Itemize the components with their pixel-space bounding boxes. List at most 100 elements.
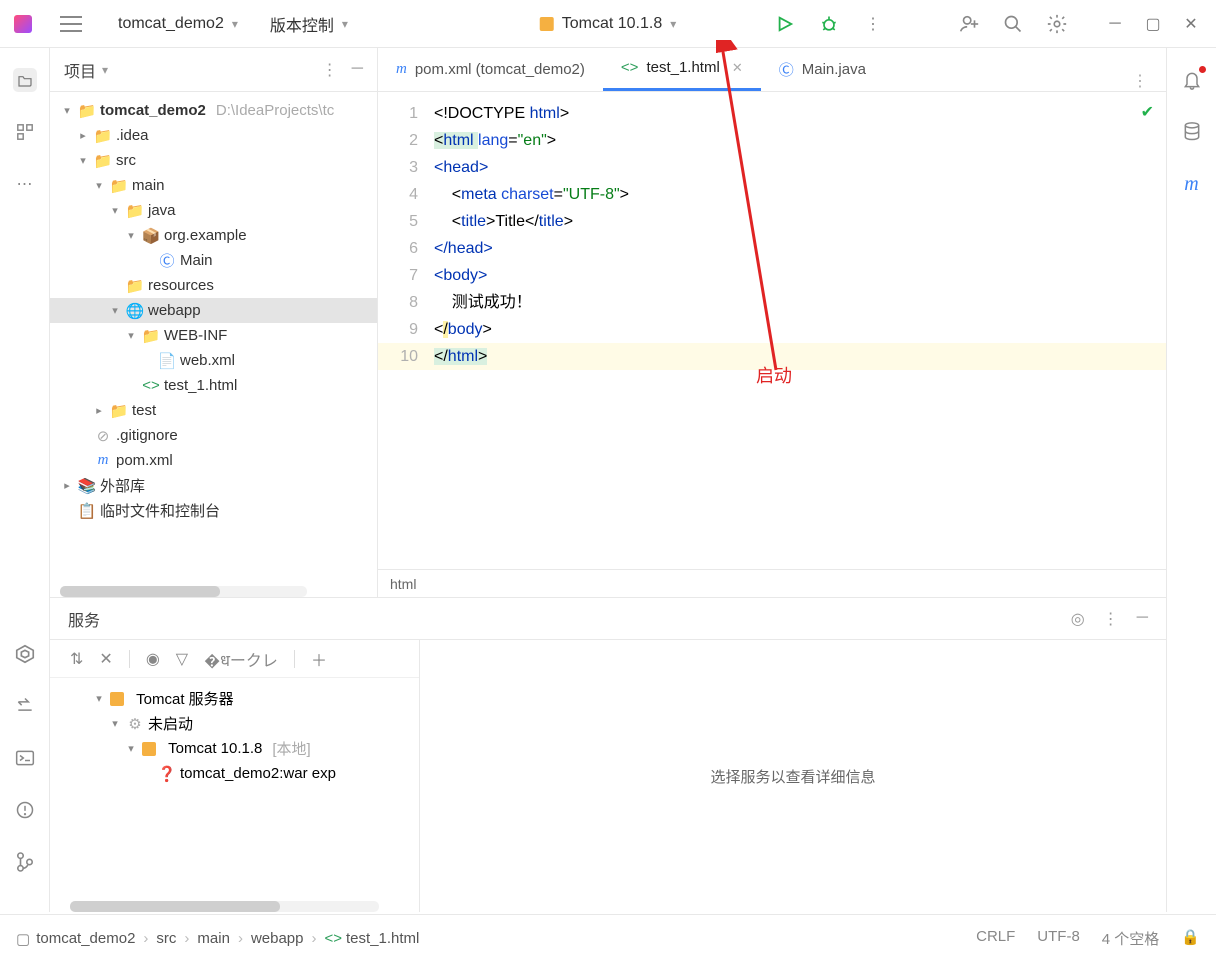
class-icon: Ⓒ [779, 59, 794, 80]
filter-icon[interactable]: ▽ [176, 649, 188, 669]
services-toolbar: ⇅ ✕ ◉ ▽ �धークレ ＋ [50, 640, 419, 678]
close-button[interactable]: ✕ [1184, 17, 1198, 31]
search-icon[interactable] [1002, 13, 1024, 35]
database-icon[interactable] [1180, 120, 1204, 144]
tomcat-icon [540, 17, 554, 31]
close-icon[interactable]: ✕ [99, 649, 112, 669]
titlebar-actions: ⋮ ─ ▢ ✕ [774, 13, 1206, 35]
tree-node-ext-libs[interactable]: ▸📚外部库 [50, 473, 377, 498]
project-panel-header: 项目 ▾ ⋮ ─ [50, 48, 377, 92]
build-tool-icon[interactable] [13, 694, 37, 718]
terminal-tool-icon[interactable] [13, 746, 37, 770]
structure-tool-icon[interactable] [13, 120, 37, 144]
editor-area: mpom.xml (tomcat_demo2) <>test_1.html✕ Ⓒ… [378, 48, 1166, 597]
tab-test1[interactable]: <>test_1.html✕ [603, 47, 761, 91]
svc-root[interactable]: ▾ Tomcat 服务器 [50, 686, 419, 711]
more-icon[interactable]: ⋮ [1103, 609, 1119, 629]
tree-node-pom[interactable]: mpom.xml [50, 448, 377, 473]
more-tool-icon[interactable]: ⋯ [13, 172, 37, 196]
code-body[interactable]: <!DOCTYPE html><html lang="en"><head> <m… [428, 92, 1166, 569]
services-detail: 选择服务以查看详细信息 [420, 640, 1166, 912]
h-scrollbar[interactable] [60, 586, 307, 597]
crumb[interactable]: src [156, 930, 176, 947]
project-dropdown[interactable]: tomcat_demo2 ▾ [118, 15, 238, 33]
project-name: tomcat_demo2 [118, 15, 224, 33]
code-editor[interactable]: 12345678910 <!DOCTYPE html><html lang="e… [378, 92, 1166, 569]
line-separator[interactable]: CRLF [976, 928, 1015, 949]
services-tree[interactable]: ▾ Tomcat 服务器 ▾⚙未启动 ▾ Tomcat 10.1.8[本地] ❓… [50, 678, 419, 912]
main-menu-icon[interactable] [60, 16, 82, 32]
tree-node-src[interactable]: ▾📁src [50, 148, 377, 173]
settings-icon[interactable] [1046, 13, 1068, 35]
crumb[interactable]: webapp [251, 930, 304, 947]
close-tab-icon[interactable]: ✕ [732, 60, 743, 76]
run-button[interactable] [774, 13, 796, 35]
tree-node-webapp[interactable]: ▾🌐webapp [50, 298, 377, 323]
crumb[interactable]: main [197, 930, 230, 947]
indent[interactable]: 4 个空格 [1102, 928, 1160, 949]
vcs-label: 版本控制 [270, 12, 334, 36]
app-icon [14, 15, 32, 33]
tab-main-java[interactable]: ⒸMain.java [761, 47, 884, 91]
crumb[interactable]: test_1.html [346, 930, 419, 947]
h-scrollbar[interactable] [70, 901, 379, 912]
tree-node-webinf[interactable]: ▾📁WEB-INF [50, 323, 377, 348]
services-tree-panel: ⇅ ✕ ◉ ▽ �धークレ ＋ ▾ Tomcat 服务器 ▾⚙未启动 ▾ Tom… [50, 640, 420, 912]
tree-node-java[interactable]: ▾📁java [50, 198, 377, 223]
project-tree[interactable]: ▾📁tomcat_demo2D:\IdeaProjects\tc ▸📁.idea… [50, 92, 377, 597]
project-panel-title: 项目 [64, 58, 96, 82]
git-tool-icon[interactable] [13, 850, 37, 874]
tree-node-test[interactable]: ▸📁test [50, 398, 377, 423]
html-icon: <> [324, 930, 342, 947]
svc-not-started[interactable]: ▾⚙未启动 [50, 711, 419, 736]
tree-node-main[interactable]: ▾📁main [50, 173, 377, 198]
svc-server[interactable]: ▾ Tomcat 10.1.8[本地] [50, 736, 419, 761]
maven-icon: m [396, 61, 407, 78]
svc-artifact[interactable]: ❓tomcat_demo2:war exp [50, 761, 419, 786]
tree-node-main-class[interactable]: ⒸMain [50, 248, 377, 273]
crumb[interactable]: tomcat_demo2 [36, 930, 135, 947]
tree-node-idea[interactable]: ▸📁.idea [50, 123, 377, 148]
statusbar: ▢ tomcat_demo2› src› main› webapp› <> te… [0, 914, 1216, 962]
vcs-dropdown[interactable]: 版本控制 ▾ [270, 12, 348, 36]
services-tool-icon[interactable] [13, 642, 37, 666]
layout-icon[interactable]: �धークレ [204, 647, 278, 671]
code-with-me-icon[interactable] [958, 13, 980, 35]
add-icon[interactable]: ＋ [311, 647, 327, 671]
maximize-button[interactable]: ▢ [1146, 17, 1160, 31]
tree-node-package[interactable]: ▾📦org.example [50, 223, 377, 248]
chevron-down-icon: ▾ [342, 17, 348, 31]
tree-node-gitignore[interactable]: ⊘.gitignore [50, 423, 377, 448]
maven-tool-icon[interactable]: m [1180, 172, 1204, 196]
problems-tool-icon[interactable] [13, 798, 37, 822]
tab-menu-icon[interactable]: ⋮ [1114, 71, 1166, 91]
more-actions-icon[interactable]: ⋮ [862, 13, 884, 35]
readonly-icon[interactable]: 🔒 [1181, 928, 1200, 949]
tree-node-webxml[interactable]: 📄web.xml [50, 348, 377, 373]
tree-node-resources[interactable]: 📁resources [50, 273, 377, 298]
run-config-dropdown[interactable]: Tomcat 10.1.8 ▾ [540, 15, 677, 33]
html-icon: <> [621, 59, 639, 76]
tree-root[interactable]: ▾📁tomcat_demo2D:\IdeaProjects\tc [50, 98, 377, 123]
chevron-down-icon[interactable]: ▾ [102, 63, 108, 77]
tree-node-scratch[interactable]: 📋临时文件和控制台 [50, 498, 377, 523]
show-icon[interactable]: ◉ [146, 649, 160, 669]
inspection-ok-icon[interactable]: ✔ [1141, 102, 1154, 122]
editor-breadcrumb[interactable]: html [378, 569, 1166, 597]
project-tool-icon[interactable] [13, 68, 37, 92]
tree-node-test1[interactable]: <>test_1.html [50, 373, 377, 398]
notifications-icon[interactable] [1180, 68, 1204, 92]
hide-panel-icon[interactable]: ─ [352, 60, 363, 80]
hide-panel-icon[interactable]: ─ [1137, 609, 1148, 629]
sort-icon[interactable]: ⇅ [70, 649, 83, 669]
encoding[interactable]: UTF-8 [1037, 928, 1080, 949]
minimize-button[interactable]: ─ [1108, 17, 1122, 31]
left-tool-rail: ⋯ [0, 48, 50, 912]
tab-pom[interactable]: mpom.xml (tomcat_demo2) [378, 47, 603, 91]
tomcat-icon [110, 692, 124, 706]
target-icon[interactable]: ◎ [1071, 609, 1085, 629]
more-icon[interactable]: ⋮ [322, 60, 338, 80]
debug-button[interactable] [818, 13, 840, 35]
annotation-label: 启动 [756, 362, 792, 388]
services-title: 服务 [68, 607, 100, 631]
